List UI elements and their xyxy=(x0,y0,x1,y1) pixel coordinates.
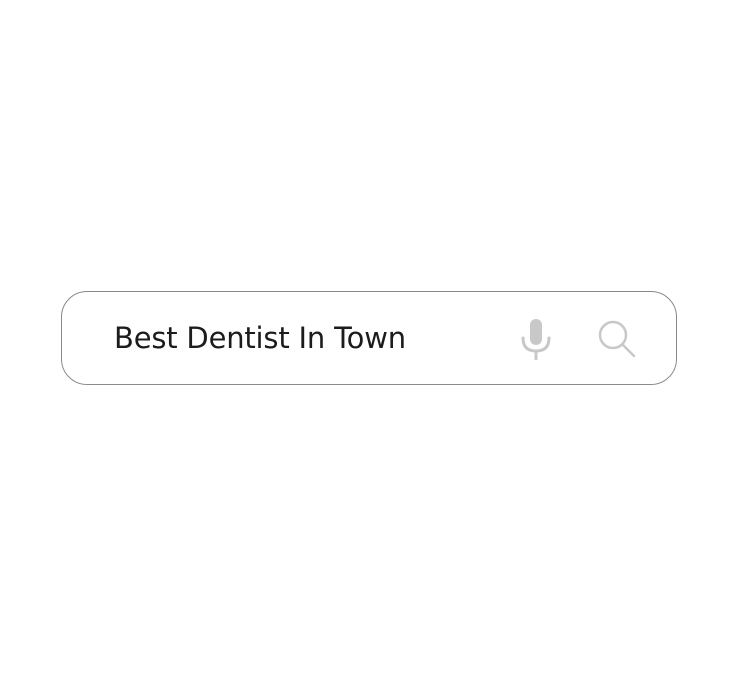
microphone-icon xyxy=(519,318,553,360)
search-icon xyxy=(597,319,637,359)
voice-search-button[interactable] xyxy=(515,318,557,360)
search-button[interactable] xyxy=(596,318,638,360)
page: Best Dentist In Town xyxy=(0,0,740,680)
search-input[interactable]: Best Dentist In Town xyxy=(114,316,474,360)
search-bar: Best Dentist In Town xyxy=(61,291,677,385)
